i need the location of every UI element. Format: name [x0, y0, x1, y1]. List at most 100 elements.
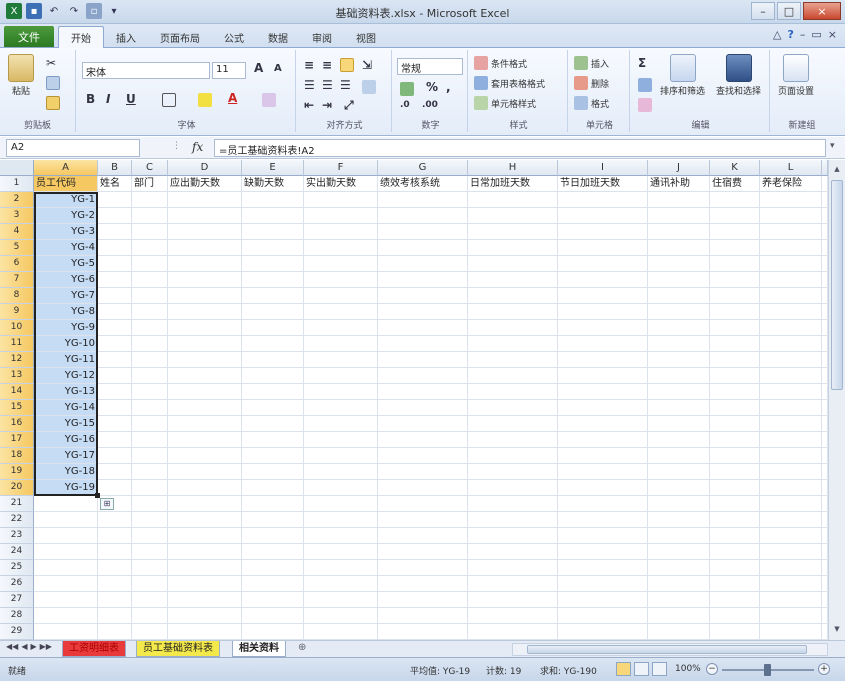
align-left-icon[interactable]: ☰: [304, 78, 315, 92]
row-header-15[interactable]: 15: [0, 400, 34, 416]
align-right-icon[interactable]: ☰: [340, 78, 351, 92]
cell-f1[interactable]: 实出勤天数: [304, 176, 378, 192]
page-layout-view-button[interactable]: [634, 662, 649, 676]
prev-sheet-icon[interactable]: ◀: [21, 642, 27, 651]
cell-a26[interactable]: [34, 576, 98, 592]
cell-g28[interactable]: [378, 608, 468, 624]
cell-k9[interactable]: [710, 304, 760, 320]
cell-e18[interactable]: [242, 448, 304, 464]
cell-e14[interactable]: [242, 384, 304, 400]
decrease-decimal-icon[interactable]: .00: [422, 100, 438, 110]
cell-h20[interactable]: [468, 480, 558, 496]
cell-a2[interactable]: YG-1: [34, 192, 98, 208]
cell-d21[interactable]: [168, 496, 242, 512]
cell-h10[interactable]: [468, 320, 558, 336]
cell-d27[interactable]: [168, 592, 242, 608]
cell-f28[interactable]: [304, 608, 378, 624]
tab-data[interactable]: 数据: [256, 26, 300, 48]
cell-d19[interactable]: [168, 464, 242, 480]
cell-k22[interactable]: [710, 512, 760, 528]
row-header-22[interactable]: 22: [0, 512, 34, 528]
cell-i3[interactable]: [558, 208, 648, 224]
cell-f4[interactable]: [304, 224, 378, 240]
cell-i16[interactable]: [558, 416, 648, 432]
cell-i25[interactable]: [558, 560, 648, 576]
cell-k26[interactable]: [710, 576, 760, 592]
cell-c10[interactable]: [132, 320, 168, 336]
orientation-icon[interactable]: ⤢: [344, 98, 354, 113]
cell-c7[interactable]: [132, 272, 168, 288]
column-header-b[interactable]: B: [98, 160, 132, 176]
cut-button[interactable]: ✂: [46, 56, 56, 70]
cell-e8[interactable]: [242, 288, 304, 304]
cell-d28[interactable]: [168, 608, 242, 624]
row-header-13[interactable]: 13: [0, 368, 34, 384]
cell-f7[interactable]: [304, 272, 378, 288]
cell-l10[interactable]: [760, 320, 822, 336]
cell-a11[interactable]: YG-10: [34, 336, 98, 352]
tab-review[interactable]: 审阅: [300, 26, 344, 48]
cell-l16[interactable]: [760, 416, 822, 432]
cell-g18[interactable]: [378, 448, 468, 464]
cell-f19[interactable]: [304, 464, 378, 480]
cell-i12[interactable]: [558, 352, 648, 368]
cell-e16[interactable]: [242, 416, 304, 432]
insert-cells-button[interactable]: 插入: [574, 56, 609, 70]
cell-b23[interactable]: [98, 528, 132, 544]
tab-page-layout[interactable]: 页面布局: [148, 26, 212, 48]
cell-l3[interactable]: [760, 208, 822, 224]
cell-j8[interactable]: [648, 288, 710, 304]
cell-g27[interactable]: [378, 592, 468, 608]
cell-l6[interactable]: [760, 256, 822, 272]
cell-j9[interactable]: [648, 304, 710, 320]
column-header-k[interactable]: K: [710, 160, 760, 176]
cell-d18[interactable]: [168, 448, 242, 464]
row-header-3[interactable]: 3: [0, 208, 34, 224]
column-header-g[interactable]: G: [378, 160, 468, 176]
cell-i21[interactable]: [558, 496, 648, 512]
cell-c1[interactable]: 部门: [132, 176, 168, 192]
cell-a16[interactable]: YG-15: [34, 416, 98, 432]
cell-l14[interactable]: [760, 384, 822, 400]
cell-g17[interactable]: [378, 432, 468, 448]
cell-b15[interactable]: [98, 400, 132, 416]
column-header-j[interactable]: J: [648, 160, 710, 176]
horizontal-scroll-thumb[interactable]: [527, 645, 807, 654]
cell-f21[interactable]: [304, 496, 378, 512]
column-header-h[interactable]: H: [468, 160, 558, 176]
tab-file[interactable]: 文件: [4, 26, 54, 47]
cell-a9[interactable]: YG-8: [34, 304, 98, 320]
cell-c24[interactable]: [132, 544, 168, 560]
cell-l13[interactable]: [760, 368, 822, 384]
cell-g3[interactable]: [378, 208, 468, 224]
cell-e23[interactable]: [242, 528, 304, 544]
cell-f16[interactable]: [304, 416, 378, 432]
row-header-27[interactable]: 27: [0, 592, 34, 608]
wrap-text-icon[interactable]: ⇲: [362, 58, 372, 72]
cell-j5[interactable]: [648, 240, 710, 256]
cell-j10[interactable]: [648, 320, 710, 336]
cell-k8[interactable]: [710, 288, 760, 304]
row-header-2[interactable]: 2: [0, 192, 34, 208]
align-center-icon[interactable]: ☰: [322, 78, 333, 92]
cell-c16[interactable]: [132, 416, 168, 432]
cell-d3[interactable]: [168, 208, 242, 224]
row-header-28[interactable]: 28: [0, 608, 34, 624]
cell-j15[interactable]: [648, 400, 710, 416]
cell-g22[interactable]: [378, 512, 468, 528]
border-icon[interactable]: [162, 93, 176, 107]
cell-l20[interactable]: [760, 480, 822, 496]
cell-d1[interactable]: 应出勤天数: [168, 176, 242, 192]
copy-button[interactable]: [46, 76, 60, 90]
cell-j29[interactable]: [648, 624, 710, 640]
cell-j16[interactable]: [648, 416, 710, 432]
cell-d24[interactable]: [168, 544, 242, 560]
cell-l22[interactable]: [760, 512, 822, 528]
cell-a24[interactable]: [34, 544, 98, 560]
cell-l1[interactable]: 养老保险: [760, 176, 822, 192]
cell-l29[interactable]: [760, 624, 822, 640]
cell-j28[interactable]: [648, 608, 710, 624]
row-header-9[interactable]: 9: [0, 304, 34, 320]
select-all-corner[interactable]: [0, 160, 34, 176]
cell-c8[interactable]: [132, 288, 168, 304]
